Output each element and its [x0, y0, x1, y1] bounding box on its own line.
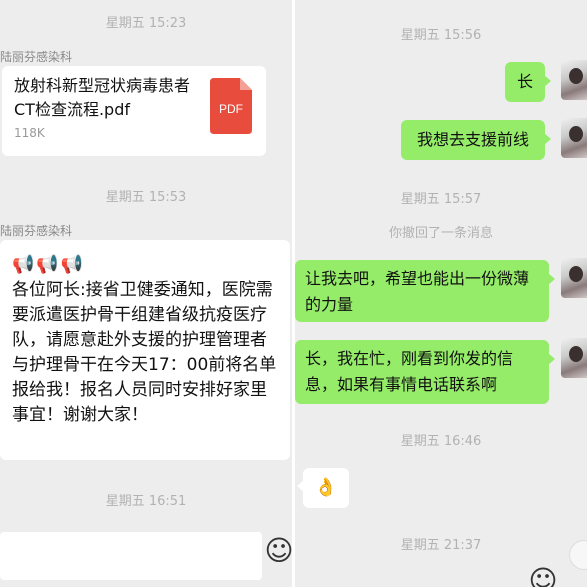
sender-name: 陆丽芬感染科	[0, 50, 73, 64]
emoji-button[interactable]: ☺	[525, 566, 561, 587]
timestamp: 星期五 15:56	[400, 28, 482, 43]
file-message[interactable]: 放射科新型冠状病毒患者CT检查流程.pdf 118K PDF	[2, 66, 266, 156]
file-name: 放射科新型冠状病毒患者CT检查流程.pdf	[14, 76, 191, 119]
avatar[interactable]	[561, 118, 587, 158]
plus-button[interactable]	[569, 540, 587, 570]
chat-left-panel: 星期五 15:23 陆丽芬感染科 放射科新型冠状病毒患者CT检查流程.pdf 1…	[0, 0, 292, 587]
sent-message[interactable]: 长，我在忙，刚看到你发的信息，如果有事情电话联系啊	[295, 340, 555, 404]
sent-message[interactable]: 让我去吧，希望也能出一份微薄的力量	[295, 260, 555, 322]
emoji-button[interactable]: ☺	[264, 536, 292, 566]
notice-text: 各位阿长:接省卫健委通知，医院需要派遣医护骨干组建省级抗疫医疗队，请愿意赴外支援…	[12, 280, 277, 425]
pdf-label: PDF	[219, 102, 243, 116]
timestamp: 星期五 21:37	[400, 538, 482, 553]
megaphone-icon: 📢📢📢	[12, 254, 86, 275]
pdf-icon: PDF	[210, 78, 252, 134]
notice-message[interactable]: 📢📢📢 各位阿长:接省卫健委通知，医院需要派遣医护骨干组建省级抗疫医疗队，请愿意…	[0, 240, 290, 460]
timestamp: 星期五 16:51	[105, 494, 187, 509]
sent-message[interactable]: 长	[505, 62, 551, 102]
timestamp: 星期五 15:23	[105, 16, 187, 31]
timestamp: 星期五 15:57	[400, 192, 482, 207]
sent-message[interactable]: 我想去支援前线	[401, 120, 551, 160]
sender-name: 陆丽芬感染科	[0, 224, 73, 238]
chat-right-panel: 星期五 15:56 长 我想去支援前线 星期五 15:57 你撤回了一条消息 让…	[295, 0, 587, 587]
timestamp: 星期五 15:53	[105, 190, 187, 205]
ok-emoji-message[interactable]: 👌	[297, 468, 349, 508]
recall-notice: 你撤回了一条消息	[388, 226, 493, 241]
message-input[interactable]	[0, 532, 262, 580]
avatar[interactable]	[561, 60, 587, 100]
avatar[interactable]	[561, 338, 587, 378]
avatar[interactable]	[561, 258, 587, 298]
timestamp: 星期五 16:46	[400, 434, 482, 449]
